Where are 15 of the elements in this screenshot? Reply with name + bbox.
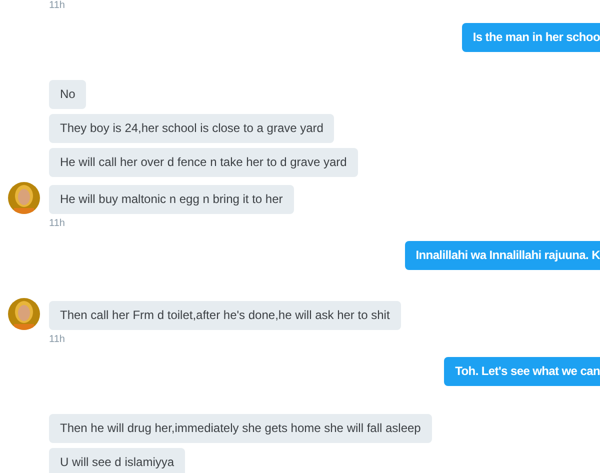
timestamp: 11h bbox=[49, 334, 66, 346]
message-bubble: Is the man in her schoo bbox=[462, 23, 600, 52]
timestamp: 11h bbox=[49, 218, 66, 230]
message-bubble: He will buy maltonic n egg n bring it to her bbox=[49, 185, 294, 214]
message-bubble: He will call her over d fence n take her to d grave yard bbox=[49, 148, 358, 177]
message-bubble: Then he will drug her,immediately she gets home she will fall asleep bbox=[49, 414, 432, 443]
timestamp: 11h bbox=[49, 0, 66, 12]
avatar[interactable] bbox=[8, 298, 40, 330]
message-bubble: They boy is 24,her school is close to a grave yard bbox=[49, 114, 334, 143]
message-bubble: No bbox=[49, 80, 86, 109]
message-bubble: Toh. Let's see what we can bbox=[444, 357, 600, 386]
avatar[interactable] bbox=[8, 182, 40, 214]
message-bubble: Then call her Frm d toilet,after he's done,he will ask her to shit bbox=[49, 301, 401, 330]
message-bubble: U will see d islamiyya bbox=[49, 448, 186, 473]
message-bubble: Innalillahi wa Innalillahi rajuuna. K bbox=[404, 241, 600, 270]
